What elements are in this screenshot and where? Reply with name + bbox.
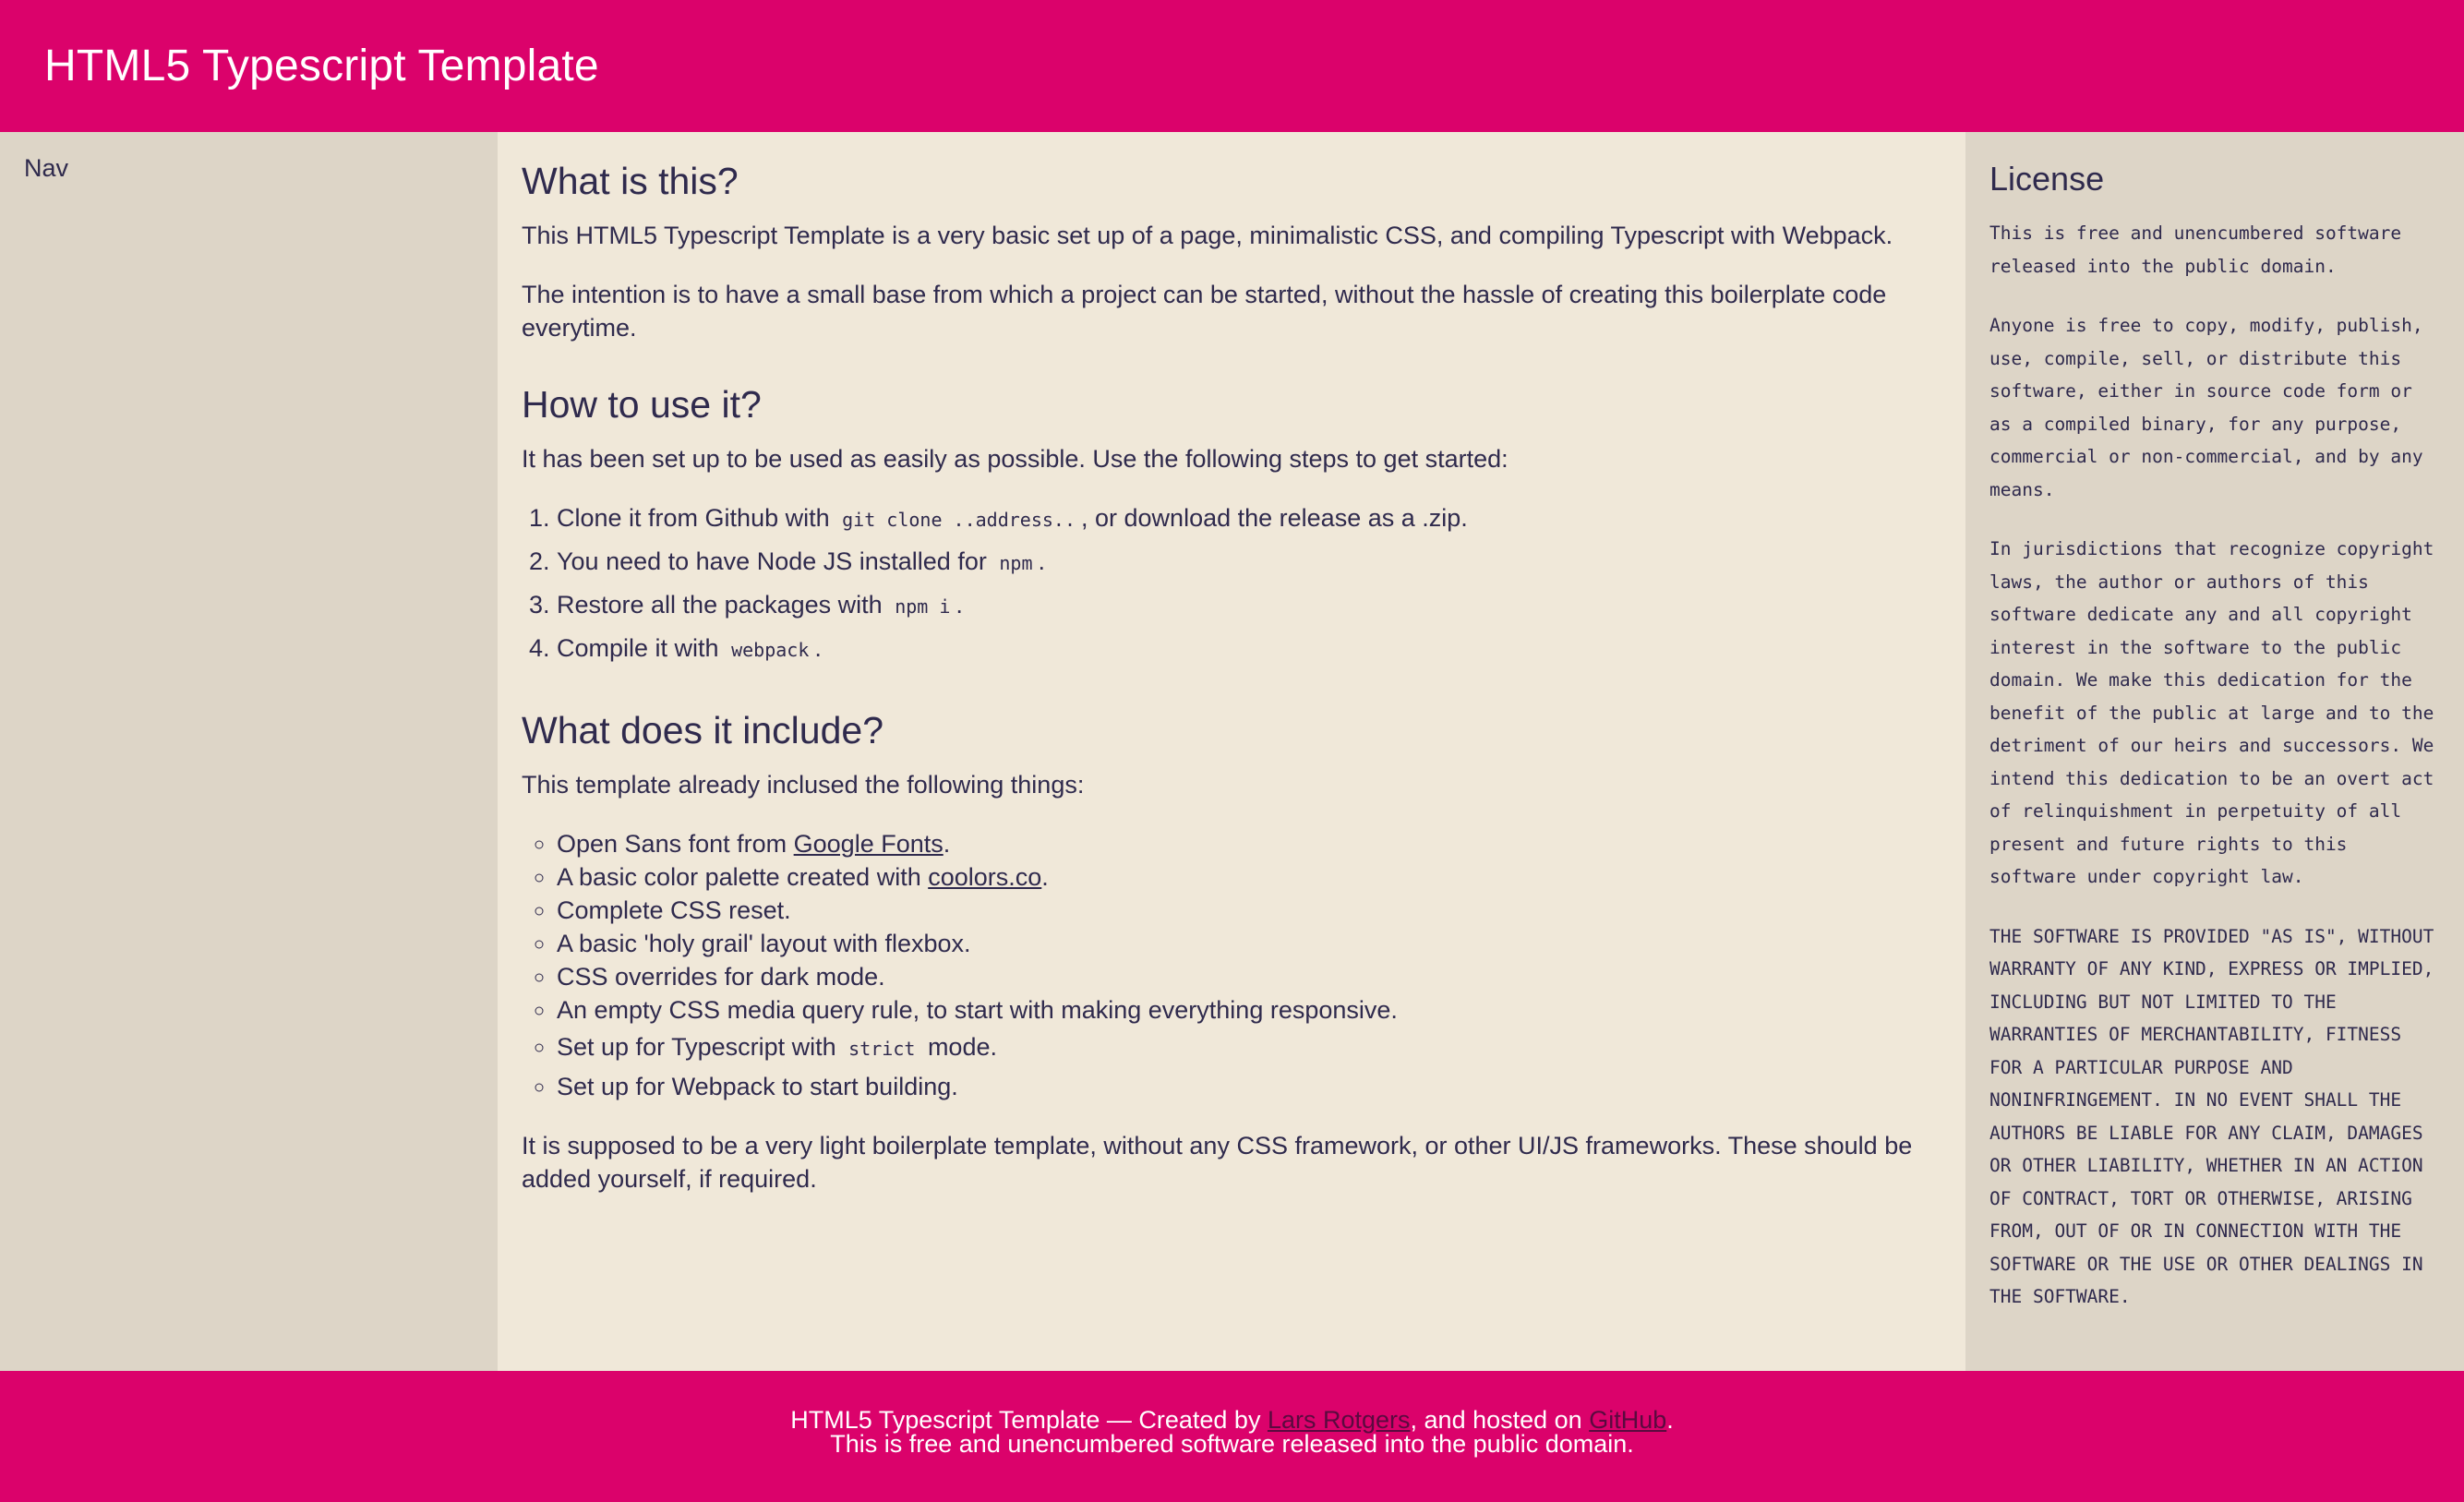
heading-how-to-use: How to use it? [522, 383, 762, 426]
paragraph-what-2: The intention is to have a small base fr… [522, 281, 1887, 342]
features-list: Open Sans font from Google Fonts. A basi… [522, 827, 1941, 1103]
holy-grail-body: Nav What is this? This HTML5 Typescript … [0, 132, 2464, 1371]
site-title: HTML5 Typescript Template [44, 42, 599, 90]
paragraph-what-1: This HTML5 Typescript Template is a very… [522, 222, 1893, 249]
footer-line-2: This is free and unencumbered software r… [830, 1430, 1634, 1458]
paragraph-how-intro: It has been set up to be used as easily … [522, 445, 1508, 473]
step-text-after: , or download the release as a .zip. [1081, 504, 1468, 532]
item-text-after: mode. [927, 1033, 997, 1061]
license-paragraph: This is free and unencumbered software r… [1989, 222, 2402, 277]
list-item: CSS overrides for dark mode. [557, 960, 1941, 993]
item-text: Set up for Typescript with [557, 1033, 836, 1061]
license-paragraph: Anyone is free to copy, modify, publish,… [1989, 315, 2423, 500]
site-header: HTML5 Typescript Template [0, 0, 2464, 132]
list-item: Clone it from Github with git clone ..ad… [557, 501, 1941, 536]
list-item: Compile it with webpack. [557, 631, 1941, 667]
steps-list: Clone it from Github with git clone ..ad… [522, 501, 1941, 667]
step-text-after: . [814, 634, 822, 662]
heading-what-does-it-include: What does it include? [522, 709, 884, 751]
code-snippet: strict [848, 1038, 916, 1060]
license-sidebar: License This is free and unencumbered so… [1965, 132, 2464, 1371]
list-item: A basic 'holy grail' layout with flexbox… [557, 927, 1941, 960]
code-snippet: npm i [895, 595, 951, 618]
code-snippet: webpack [731, 639, 810, 661]
list-item: A basic color palette created with coolo… [557, 860, 1941, 894]
list-item: Set up for Typescript with strict mode. [557, 1030, 1941, 1065]
footer-text: . [1666, 1406, 1674, 1434]
step-text: You need to have Node JS installed for [557, 547, 987, 575]
paragraph-include-intro: This template already inclused the follo… [522, 771, 1085, 799]
list-item: Complete CSS reset. [557, 894, 1941, 927]
code-snippet: git clone ..address.. [842, 509, 1076, 531]
step-text-after: . [956, 591, 963, 619]
license-heading: License [1989, 160, 2105, 198]
paragraph-include-outro: It is supposed to be a very light boiler… [522, 1132, 1913, 1193]
license-paragraph: THE SOFTWARE IS PROVIDED "AS IS", WITHOU… [1989, 925, 2434, 1308]
step-text: Restore all the packages with [557, 591, 883, 619]
list-item: Set up for Webpack to start building. [557, 1070, 1941, 1103]
list-item: You need to have Node JS installed for n… [557, 545, 1941, 580]
list-item: Restore all the packages with npm i. [557, 588, 1941, 623]
section-what-is-this: What is this? This HTML5 Typescript Temp… [522, 158, 1941, 344]
nav-label: Nav [24, 154, 69, 182]
footer-line-1: HTML5 Typescript Template — Created by L… [0, 1406, 2464, 1434]
step-text: Compile it with [557, 634, 719, 662]
nav-sidebar: Nav [0, 132, 498, 1371]
heading-what-is-this: What is this? [522, 160, 739, 202]
item-text: Open Sans font from [557, 830, 794, 858]
page: HTML5 Typescript Template Nav What is th… [0, 0, 2464, 1502]
step-text-after: . [1038, 547, 1045, 575]
code-snippet: npm [999, 552, 1033, 574]
list-item: An empty CSS media query rule, to start … [557, 993, 1941, 1027]
google-fonts-link[interactable]: Google Fonts [794, 830, 944, 858]
step-text: Clone it from Github with [557, 504, 830, 532]
site-footer: HTML5 Typescript Template — Created by L… [0, 1371, 2464, 1502]
coolors-link[interactable]: coolors.co [928, 863, 1041, 891]
main-content: What is this? This HTML5 Typescript Temp… [498, 132, 1965, 1371]
item-text: A basic color palette created with [557, 863, 929, 891]
item-text-after: . [943, 830, 951, 858]
item-text-after: . [1041, 863, 1049, 891]
list-item: Open Sans font from Google Fonts. [557, 827, 1941, 860]
section-what-does-it-include: What does it include? This template alre… [522, 707, 1941, 1196]
license-paragraph: In jurisdictions that recognize copyrigh… [1989, 538, 2434, 887]
section-how-to-use: How to use it? It has been set up to be … [522, 381, 1941, 667]
